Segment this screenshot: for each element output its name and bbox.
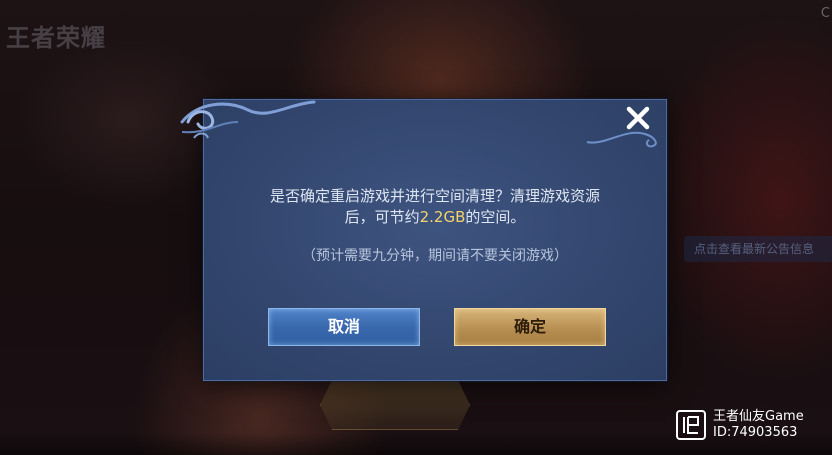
- close-button[interactable]: [622, 102, 654, 134]
- message-line-1: 是否确定重启游戏并进行空间清理？清理游戏资源: [269, 187, 600, 205]
- start-game-button[interactable]: [320, 380, 470, 430]
- announcement-button[interactable]: 点击查看最新公告信息: [684, 236, 832, 262]
- watermark-line-2: ID:74903563: [713, 425, 798, 440]
- watermark-text: 王者仙友Game ID:74903563: [713, 409, 804, 441]
- corner-indicator: C: [820, 6, 830, 21]
- space-amount: 2.2GB: [419, 208, 466, 226]
- cancel-button[interactable]: 取消: [268, 308, 420, 346]
- watermark-line-1: 王者仙友Game: [713, 409, 804, 424]
- message-prefix: 后，可节约: [344, 208, 420, 226]
- close-icon: [626, 106, 650, 130]
- watermark-logo-icon: [676, 410, 706, 440]
- message-line-2: 后，可节约2.2GB的空间。: [203, 207, 667, 228]
- dialog-hint: （预计需要九分钟，期间请不要关闭游戏）: [302, 248, 568, 264]
- bottom-bar: [0, 433, 832, 455]
- confirm-button[interactable]: 确定: [454, 308, 606, 346]
- game-logo: 王者荣耀: [6, 24, 106, 52]
- dialog-message: 是否确定重启游戏并进行空间清理？清理游戏资源 后，可节约2.2GB的空间。: [203, 186, 667, 228]
- message-suffix: 的空间。: [465, 208, 526, 226]
